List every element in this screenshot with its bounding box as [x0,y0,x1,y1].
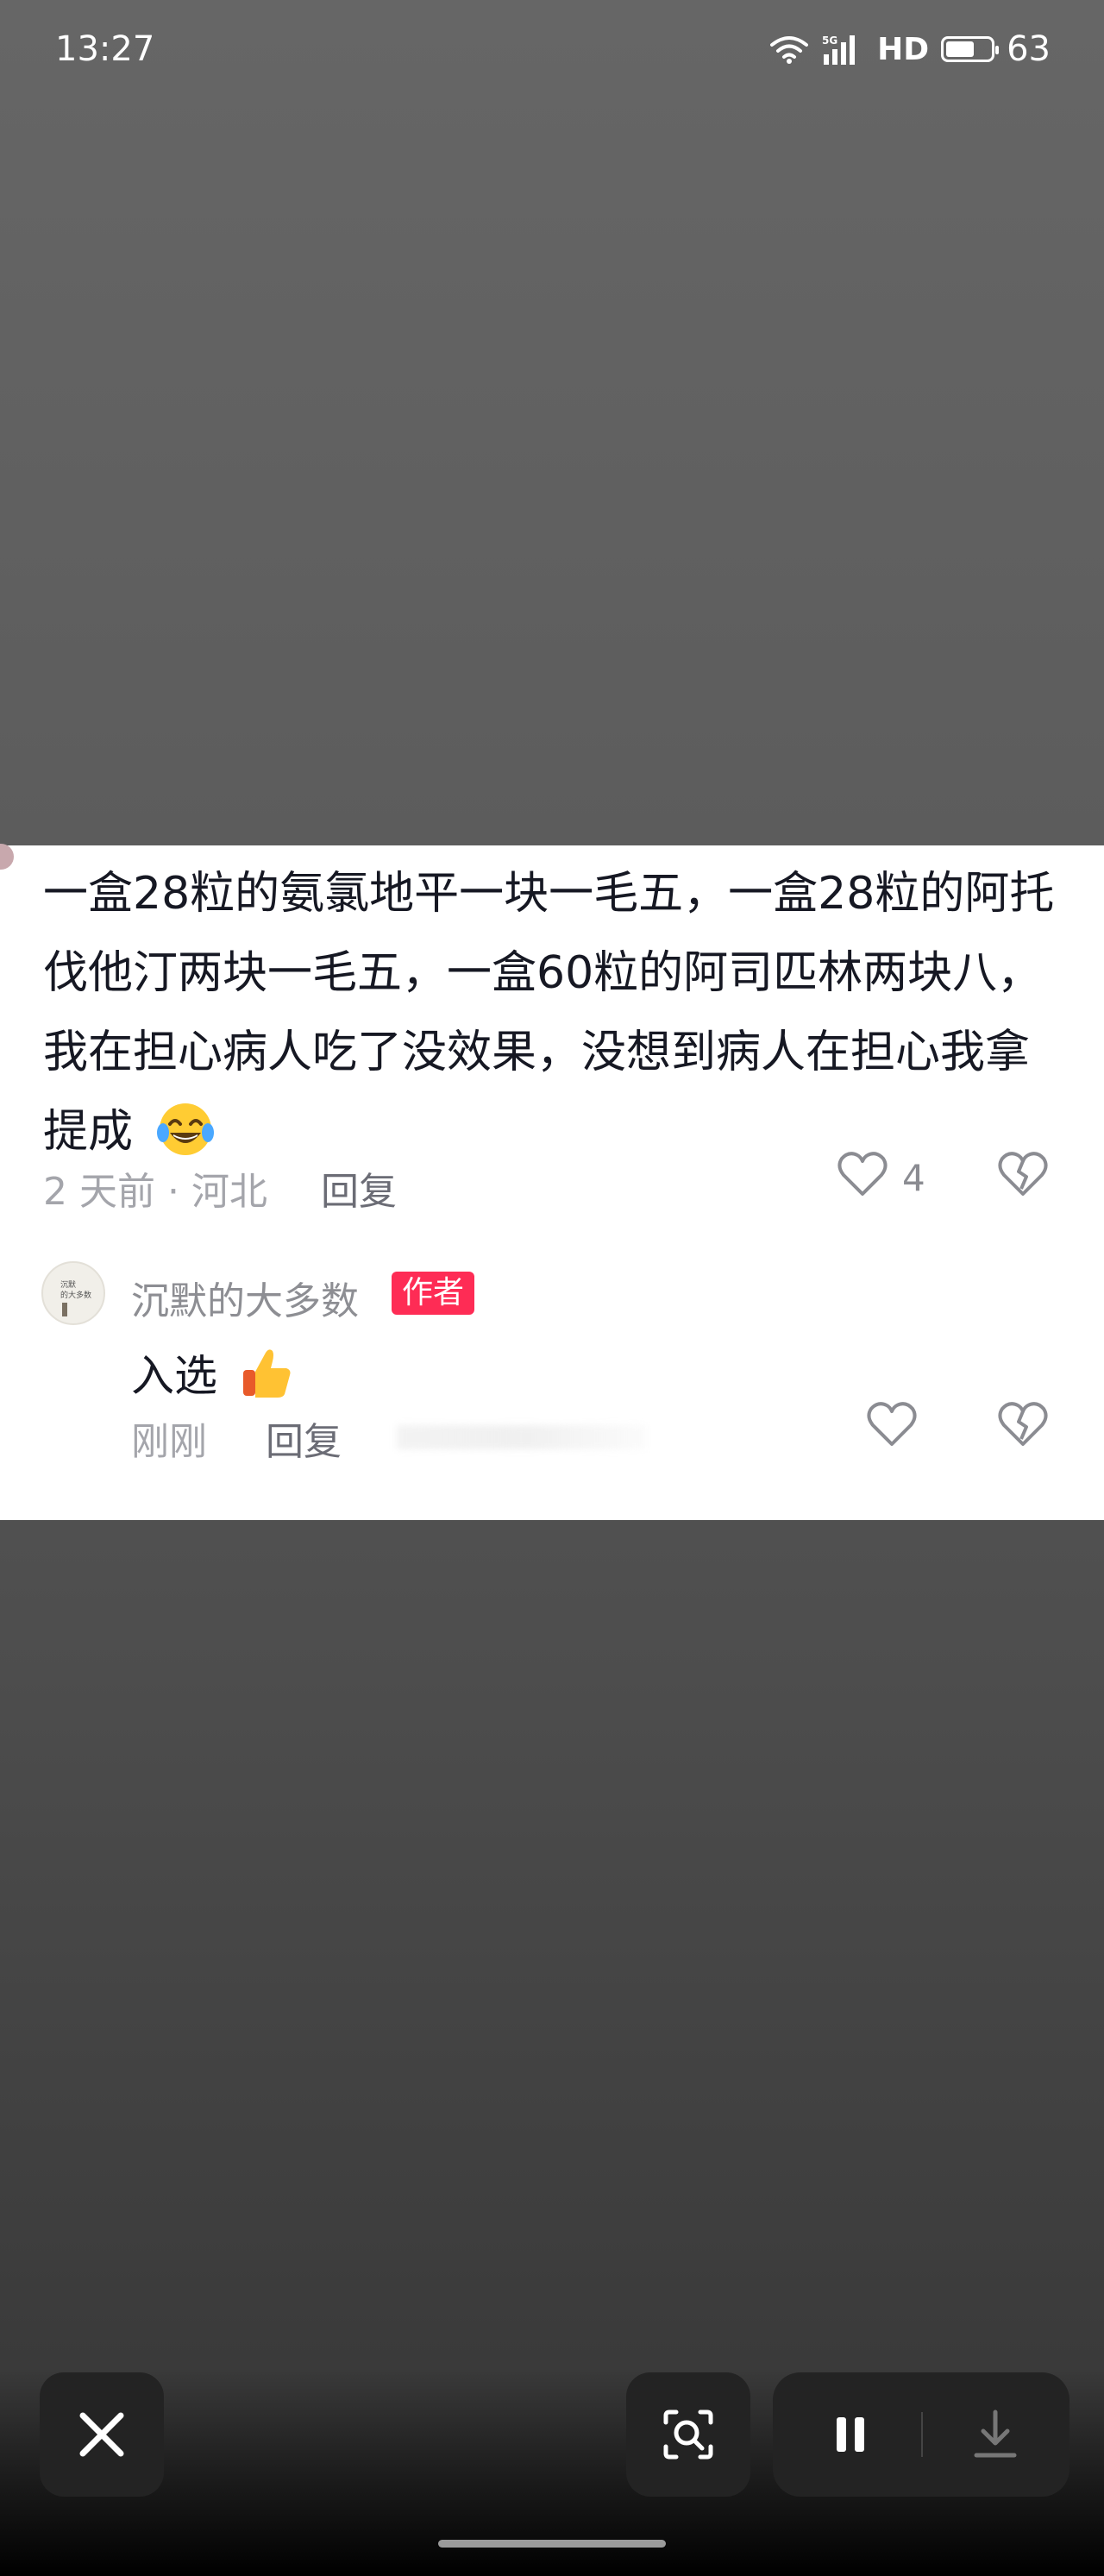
download-icon[interactable] [921,2372,1070,2497]
comment-text: 一盒28粒的氨氯地平一块一毛五，一盒28粒的阿托伐他汀两块一毛五，一盒60粒的阿… [43,854,1070,1172]
reply-time: 刚刚 [131,1420,207,1464]
battery-icon [941,36,1000,62]
pause-icon[interactable] [773,2372,921,2497]
scan-search-button[interactable] [626,2372,750,2497]
battery-fill [946,41,974,57]
close-icon [79,2412,124,2457]
battery-level: 63 [1007,29,1051,69]
wifi-icon [770,35,809,64]
reply-reply-button[interactable]: 回复 [266,1411,342,1466]
heart-outline-icon [837,1149,888,1206]
like-button[interactable]: 4 [837,1149,925,1206]
comment-meta: 2 天前 · 河北 [43,1170,267,1214]
blurred-text [397,1425,647,1449]
hd-label: HD [877,31,930,67]
reply-author-avatar[interactable]: 沉默 的大多数 [41,1261,105,1325]
reply-text: 入选 [131,1341,295,1404]
svg-text:5G: 5G [822,35,837,47]
bottom-controls [0,2364,1104,2576]
heart-outline-icon [866,1402,918,1451]
reply-button[interactable]: 回复 [321,1160,397,1216]
scan-search-icon [663,2410,713,2460]
avatar-text-line2: 的大多数 [60,1291,92,1299]
dislike-button[interactable] [997,1149,1049,1201]
reply-body: 入选 [131,1351,217,1401]
media-controls [773,2372,1070,2497]
thumbs-up-icon [238,1344,295,1401]
home-indicator [438,2540,666,2548]
reply-like-button[interactable] [866,1399,918,1451]
comment-card: 一盒28粒的氨氯地平一块一毛五，一盒28粒的阿托伐他汀两块一毛五，一盒60粒的阿… [0,844,1104,1520]
broken-heart-icon [997,1152,1049,1201]
laughing-with-tears-icon [154,1098,216,1160]
reply-author-name[interactable]: 沉默的大多数 [131,1270,359,1325]
author-badge: 作者 [392,1272,475,1315]
signal-5g-icon: 5G [820,34,865,65]
status-time: 13:27 [55,29,155,69]
status-icons: 5G HD 63 [770,29,1051,69]
status-bar: 13:27 5G HD 63 [0,0,1104,104]
avatar-figure [62,1303,67,1316]
close-button[interactable] [40,2372,164,2497]
reply-dislike-button[interactable] [997,1399,1049,1451]
like-count: 4 [902,1156,925,1199]
broken-heart-icon [997,1402,1049,1451]
commenter-avatar[interactable] [0,844,14,870]
